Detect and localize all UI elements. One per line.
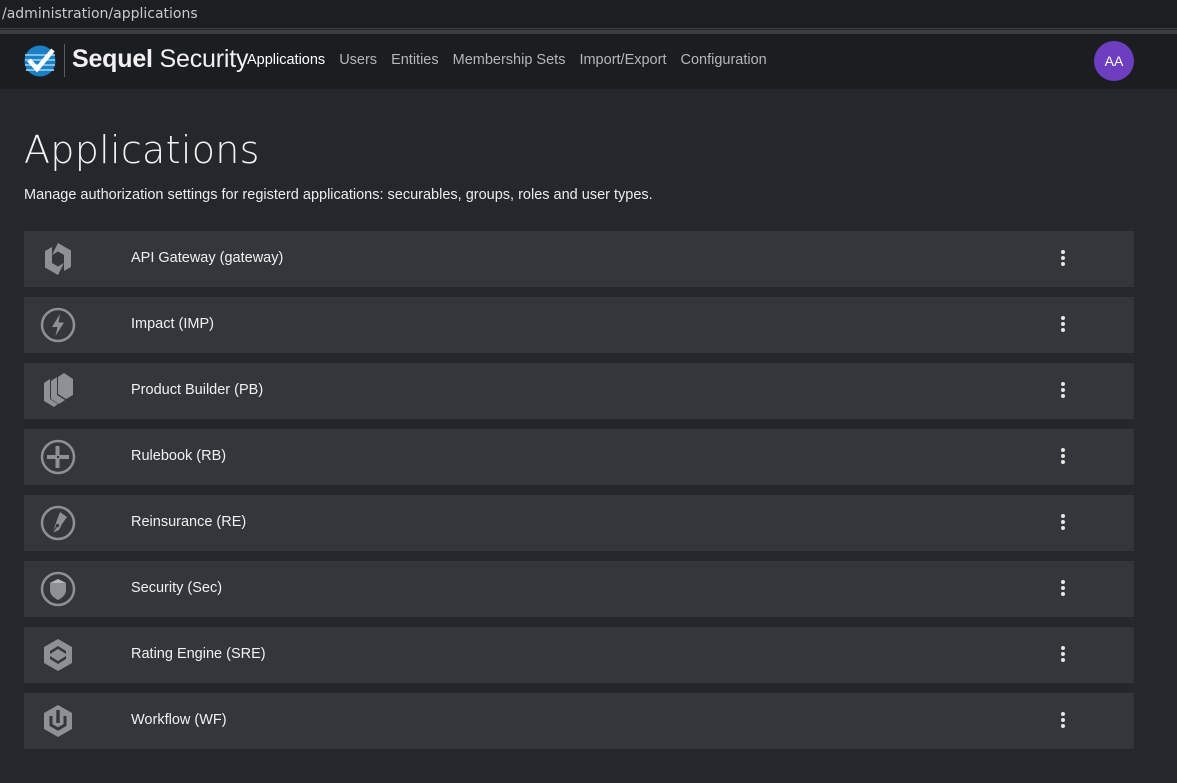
brand-name-bold: Sequel [72, 45, 153, 73]
fountain-pen-icon [40, 505, 76, 541]
application-name: Product Builder (PB) [131, 382, 264, 398]
nav-configuration[interactable]: Configuration [680, 52, 766, 68]
browser-url-bar[interactable]: /administration/applications [0, 0, 1177, 29]
brand-name-light: Security [159, 45, 249, 73]
application-row[interactable]: Rating Engine (SRE) [24, 627, 1134, 683]
application-name: Workflow (WF) [131, 712, 227, 728]
application-row[interactable]: Impact (IMP) [24, 297, 1134, 353]
more-options-button[interactable] [1053, 315, 1073, 335]
sequel-logo-icon[interactable] [24, 45, 56, 77]
more-options-button[interactable] [1053, 645, 1073, 665]
brand-name[interactable]: Sequel Security [72, 45, 248, 74]
more-options-button[interactable] [1053, 249, 1073, 269]
power-hexagon-icon [44, 705, 72, 737]
stacked-layers-icon [44, 373, 73, 407]
gateway-icon [45, 243, 71, 275]
application-row[interactable]: Reinsurance (RE) [24, 495, 1134, 551]
nav-membership-sets[interactable]: Membership Sets [453, 52, 566, 68]
shield-icon [40, 571, 76, 607]
application-name: Security (Sec) [131, 580, 223, 596]
plus-circle-icon [40, 439, 76, 475]
more-options-button[interactable] [1053, 381, 1073, 401]
application-list: API Gateway (gateway) Impact (IMP) Produ… [24, 231, 1134, 759]
application-row[interactable]: Rulebook (RB) [24, 429, 1134, 485]
application-row[interactable]: API Gateway (gateway) [24, 231, 1134, 287]
more-options-button[interactable] [1053, 513, 1073, 533]
more-options-button[interactable] [1053, 447, 1073, 467]
application-name: Rulebook (RB) [131, 448, 227, 464]
application-row[interactable]: Security (Sec) [24, 561, 1134, 617]
more-options-button[interactable] [1053, 579, 1073, 599]
hexagon-chevron-icon [44, 639, 72, 671]
top-navbar: Sequel Security Applications Users Entit… [0, 34, 1177, 89]
page-description: Manage authorization settings for regist… [24, 187, 653, 203]
application-name: API Gateway (gateway) [131, 250, 284, 266]
nav-applications[interactable]: Applications [247, 52, 325, 68]
application-name: Reinsurance (RE) [131, 514, 247, 530]
nav-users[interactable]: Users [339, 52, 377, 68]
application-row[interactable]: Workflow (WF) [24, 693, 1134, 749]
application-row[interactable]: Product Builder (PB) [24, 363, 1134, 419]
application-name: Impact (IMP) [131, 316, 214, 332]
more-options-button[interactable] [1053, 711, 1073, 731]
nav-entities[interactable]: Entities [391, 52, 439, 68]
application-name: Rating Engine (SRE) [131, 646, 266, 662]
page-title: Applications [24, 128, 260, 172]
lightning-bolt-icon [40, 307, 76, 343]
url-text: /administration/applications [2, 6, 198, 22]
nav-import-export[interactable]: Import/Export [579, 52, 666, 68]
main-nav: Applications Users Entities Membership S… [247, 52, 781, 68]
user-avatar[interactable]: AA [1094, 41, 1134, 81]
logo-divider [64, 44, 65, 77]
